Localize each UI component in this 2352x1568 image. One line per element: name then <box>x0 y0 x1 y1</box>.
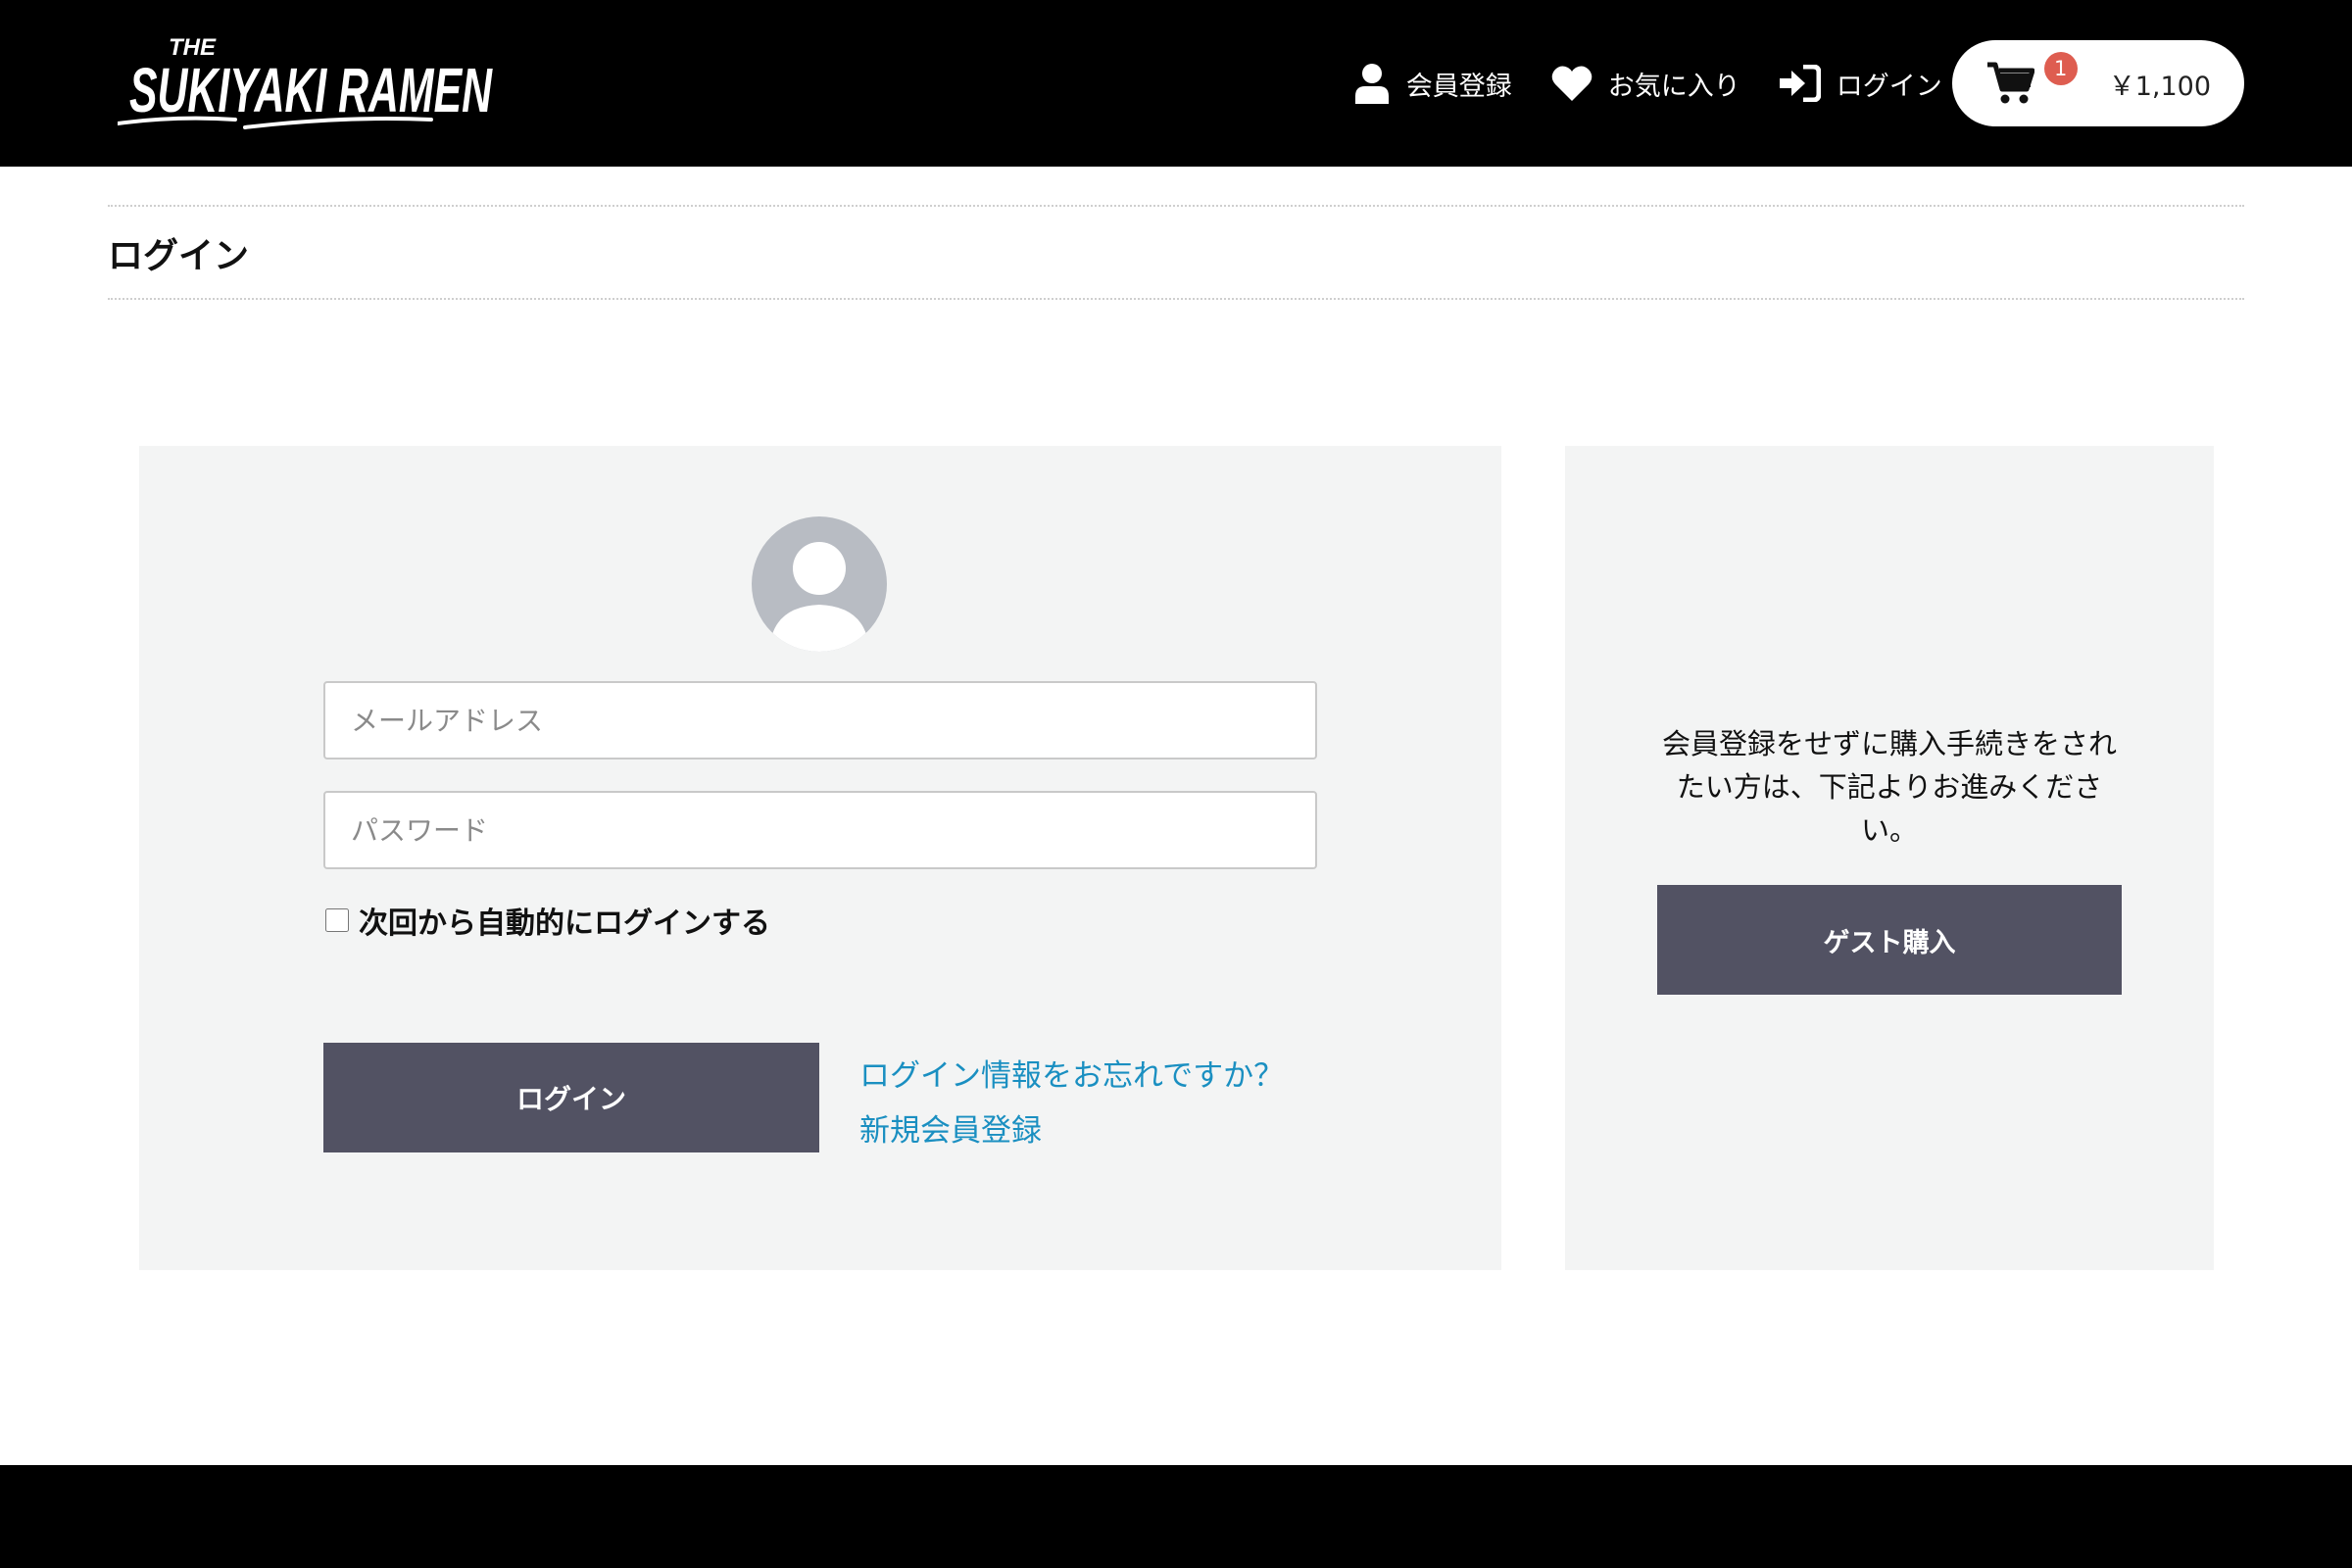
cart-button[interactable]: 1 ￥1,100 <box>1951 40 2244 126</box>
nav-register-label: 会員登録 <box>1405 71 1512 102</box>
nav-login-link[interactable]: ログイン <box>1779 65 1942 103</box>
svg-text:SUKIYAKI RAMEN: SUKIYAKI RAMEN <box>129 55 493 125</box>
header-nav: 会員登録 お気に入り ログイン 1 ￥1,100 <box>1353 0 2244 167</box>
cart-icon-wrapper: 1 <box>1986 52 2078 105</box>
guest-panel: 会員登録をせずに購入手続きをされたい方は、下記よりお進みください。 ゲスト購入 <box>1565 446 2214 1270</box>
login-button[interactable]: ログイン <box>323 1043 819 1152</box>
guest-purchase-button[interactable]: ゲスト購入 <box>1657 885 2122 995</box>
nav-favorites-label: お気に入り <box>1607 71 1740 102</box>
nav-login-label: ログイン <box>1836 71 1942 102</box>
site-header: THE SUKIYAKI RAMEN 会員登録 お気に入り ログイン 1 ￥1,… <box>0 0 2352 167</box>
logo-mark: THE SUKIYAKI RAMEN <box>118 34 493 129</box>
cart-count-badge: 1 <box>2043 52 2078 85</box>
forgot-password-link[interactable]: ログイン情報をお忘れですか？ <box>859 1051 1284 1095</box>
remember-me[interactable]: 次回から自動的にログインする <box>323 899 770 942</box>
site-footer <box>0 1465 2352 1568</box>
user-icon <box>1354 64 1389 104</box>
heart-icon <box>1551 66 1592 101</box>
shopping-cart-icon <box>1986 62 2035 104</box>
avatar <box>752 516 887 652</box>
email-input[interactable] <box>323 681 1317 760</box>
guest-description: 会員登録をせずに購入手続きをされたい方は、下記よりお進みください。 <box>1661 727 2117 847</box>
nav-register-link[interactable]: 会員登録 <box>1353 63 1512 104</box>
default-avatar-icon <box>769 542 869 652</box>
new-register-link[interactable]: 新規会員登録 <box>859 1105 1042 1150</box>
remember-me-label: 次回から自動的にログインする <box>359 906 770 941</box>
nav-favorites-link[interactable]: お気に入り <box>1551 65 1740 103</box>
remember-me-checkbox[interactable] <box>325 908 349 932</box>
cart-total: ￥1,100 <box>2108 71 2211 102</box>
sign-in-icon <box>1779 65 1821 102</box>
password-input[interactable] <box>323 791 1317 869</box>
page-title: ログイン <box>108 235 250 276</box>
page-title-bar: ログイン <box>108 205 2244 300</box>
login-panel: 次回から自動的にログインする ログイン ログイン情報をお忘れですか？ 新規会員登… <box>139 446 1501 1270</box>
site-logo[interactable]: THE SUKIYAKI RAMEN <box>118 25 500 143</box>
